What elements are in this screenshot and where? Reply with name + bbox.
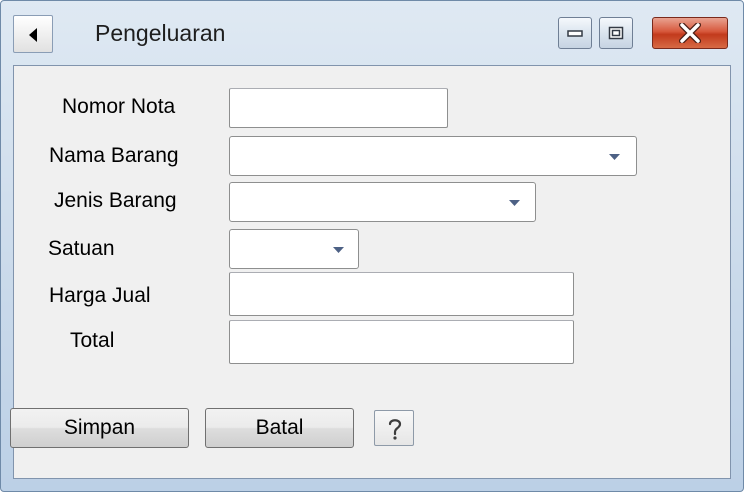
nomor-nota-label: Nomor Nota	[62, 95, 176, 118]
chevron-down-icon	[333, 247, 344, 253]
window-title: Pengeluaran	[95, 20, 226, 46]
satuan-label: Satuan	[48, 237, 115, 260]
jenis-barang-dropdown[interactable]	[500, 190, 529, 216]
chevron-down-icon	[609, 154, 620, 160]
nama-barang-label: Nama Barang	[49, 144, 179, 167]
help-icon	[388, 419, 402, 440]
help-button[interactable]	[374, 410, 414, 446]
form-panel: Nomor Nota Nama Barang Jenis Barang Satu…	[10, 65, 731, 479]
close-button[interactable]	[652, 17, 728, 49]
pengeluaran-window: Pengeluaran Nomor Nota Nama Barang Jenis…	[0, 0, 744, 492]
jenis-barang-label: Jenis Barang	[54, 189, 177, 212]
total-input[interactable]	[229, 320, 574, 364]
back-button[interactable]	[13, 15, 53, 53]
simpan-button[interactable]: Simpan	[10, 408, 189, 448]
close-icon	[679, 23, 701, 43]
harga-jual-input[interactable]	[229, 272, 574, 316]
satuan-select[interactable]	[229, 229, 359, 269]
maximize-icon	[608, 26, 624, 40]
nama-barang-dropdown[interactable]	[600, 144, 629, 170]
minimize-icon	[567, 30, 583, 37]
title-bar[interactable]: Pengeluaran	[1, 1, 743, 65]
minimize-button[interactable]	[558, 17, 592, 49]
satuan-dropdown[interactable]	[324, 237, 353, 263]
jenis-barang-select[interactable]	[229, 182, 536, 222]
chevron-down-icon	[509, 200, 520, 206]
maximize-button[interactable]	[599, 17, 633, 49]
nomor-nota-input[interactable]	[229, 88, 448, 128]
harga-jual-label: Harga Jual	[49, 284, 151, 307]
batal-button[interactable]: Batal	[205, 408, 354, 448]
nama-barang-select[interactable]	[229, 136, 637, 176]
total-label: Total	[70, 329, 115, 352]
back-arrow-icon	[29, 28, 37, 42]
